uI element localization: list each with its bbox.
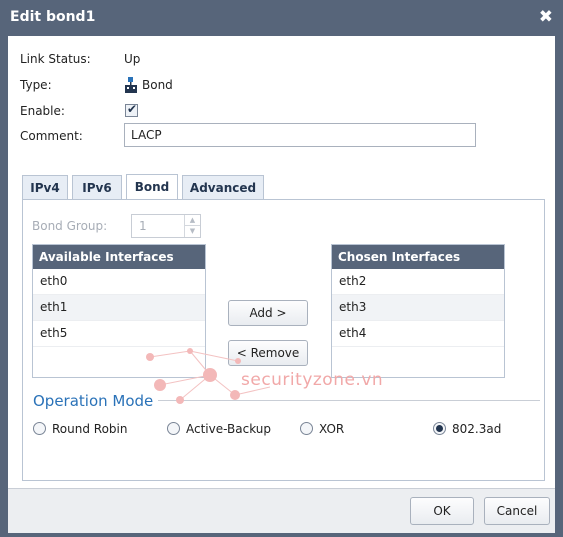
dialog-title: Edit bond1 — [10, 9, 96, 25]
radio-round-robin[interactable] — [33, 422, 46, 435]
list-item[interactable]: eth4 — [332, 321, 504, 347]
chosen-interfaces-header: Chosen Interfaces — [332, 245, 504, 269]
radio-round-robin-label: Round Robin — [52, 422, 128, 436]
dialog-body: Link Status: Up Type: Bond Enable: ✔ Com… — [8, 36, 555, 488]
bond-group-value: 1 — [139, 219, 147, 233]
bond-icon — [125, 77, 137, 93]
radio-active-backup-label: Active-Backup — [186, 422, 272, 436]
link-status-value: Up — [124, 52, 141, 66]
comment-label: Comment: — [20, 129, 83, 143]
list-item[interactable]: eth2 — [332, 269, 504, 295]
list-item[interactable]: eth5 — [33, 321, 205, 347]
add-button[interactable]: Add > — [228, 300, 308, 326]
list-item[interactable]: eth1 — [33, 295, 205, 321]
bond-group-spinner[interactable]: 1 ▲ ▼ — [131, 214, 201, 238]
close-icon[interactable]: ✖ — [539, 7, 553, 27]
comment-input[interactable] — [124, 123, 476, 147]
type-value: Bond — [142, 78, 173, 92]
tab-ipv6[interactable]: IPv6 — [72, 175, 122, 199]
radio-802-3ad-label: 802.3ad — [452, 422, 502, 436]
radio-active-backup[interactable] — [167, 422, 180, 435]
bond-group-label: Bond Group: — [32, 219, 108, 233]
radio-802-3ad[interactable] — [433, 422, 446, 435]
tab-advanced[interactable]: Advanced — [182, 175, 264, 199]
title-bar[interactable]: Edit bond1 ✖ — [0, 0, 563, 36]
available-interfaces-header: Available Interfaces — [33, 245, 205, 269]
radio-xor[interactable] — [300, 422, 313, 435]
list-item[interactable]: eth0 — [33, 269, 205, 295]
link-status-label: Link Status: — [20, 52, 91, 66]
edit-bond-dialog: Edit bond1 ✖ Link Status: Up Type: Bond … — [0, 0, 563, 537]
spin-down-icon[interactable]: ▼ — [184, 226, 200, 237]
spin-up-icon[interactable]: ▲ — [184, 215, 200, 226]
enable-label: Enable: — [20, 104, 65, 118]
type-label: Type: — [20, 78, 52, 92]
ok-button[interactable]: OK — [410, 497, 474, 525]
radio-xor-label: XOR — [319, 422, 345, 436]
list-item[interactable]: eth3 — [332, 295, 504, 321]
tab-ipv4[interactable]: IPv4 — [22, 175, 68, 199]
dialog-footer: OK Cancel — [8, 488, 555, 533]
cancel-button[interactable]: Cancel — [484, 497, 550, 525]
tab-bond[interactable]: Bond — [126, 174, 178, 200]
check-icon: ✔ — [127, 102, 138, 116]
watermark-text: securityzone.vn — [241, 370, 384, 390]
enable-checkbox[interactable]: ✔ — [125, 102, 138, 117]
